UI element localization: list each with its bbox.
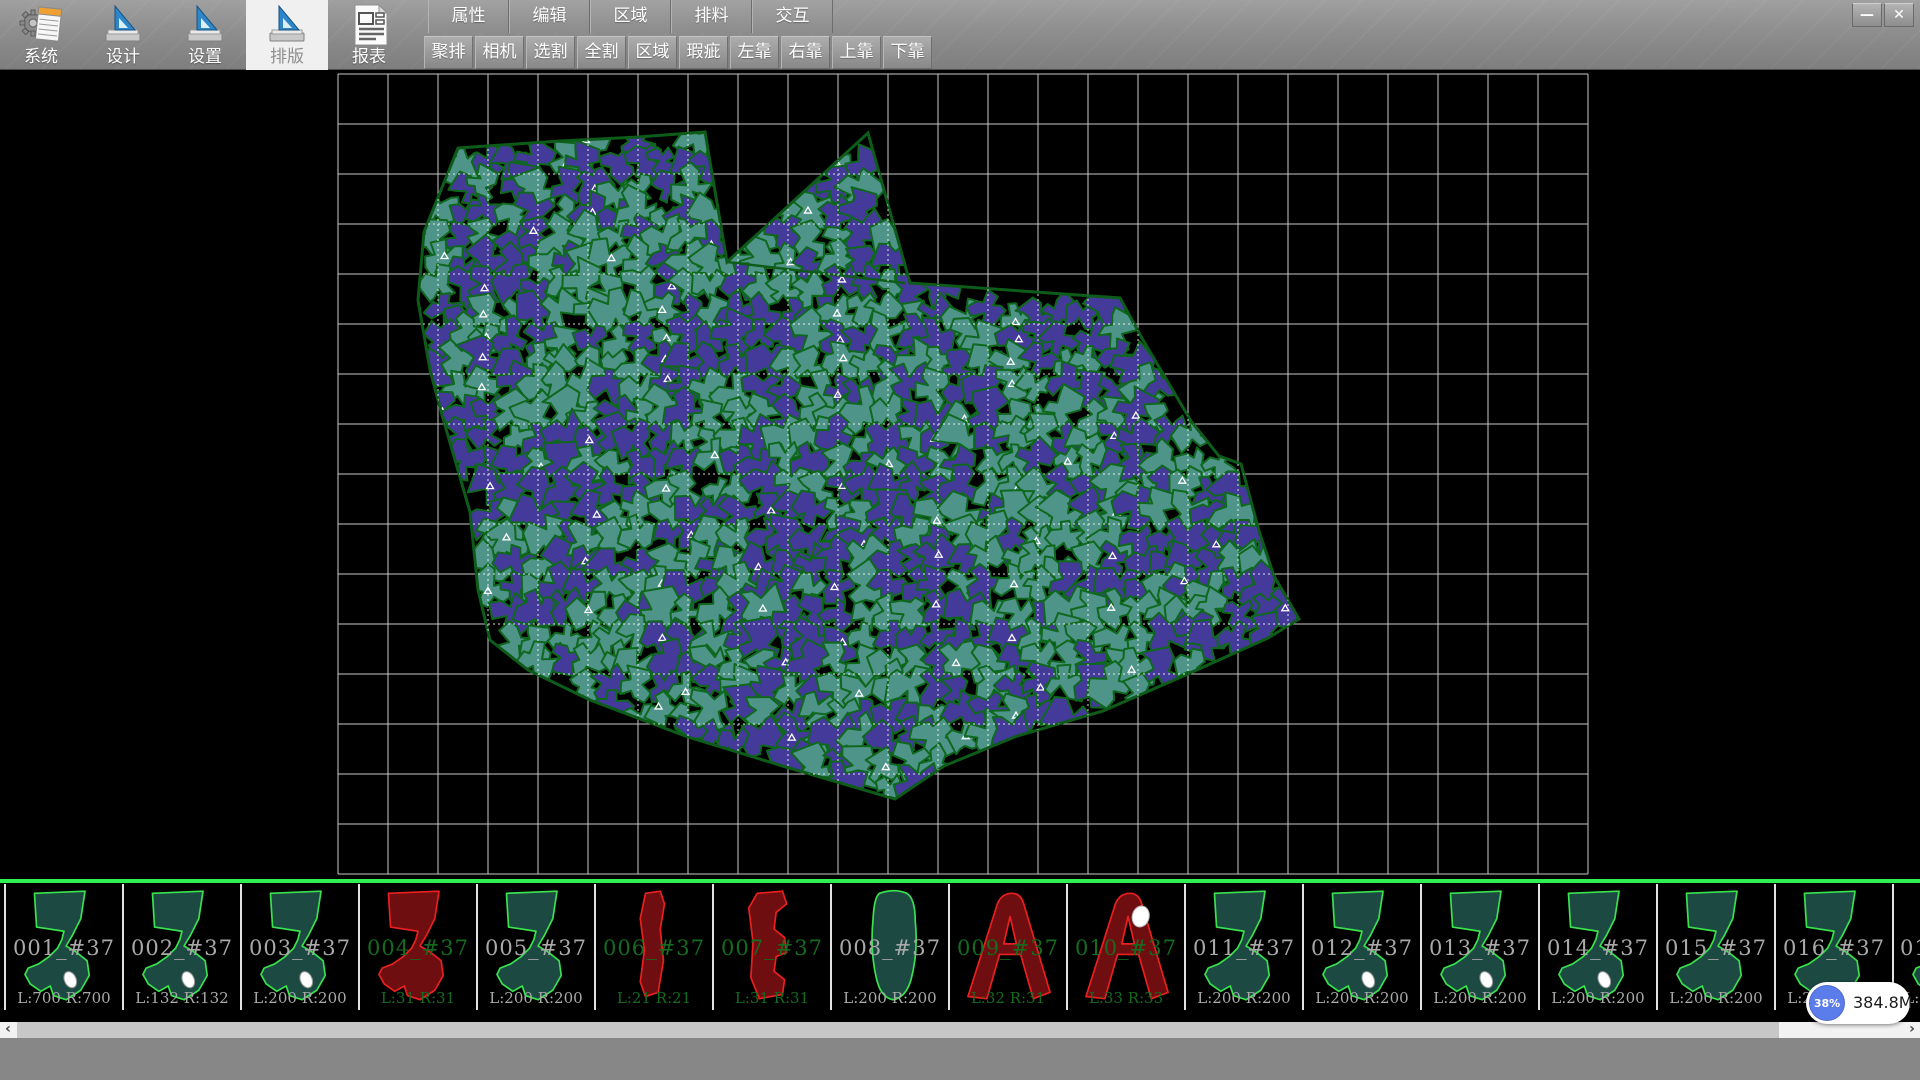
app-nav-report-label: 报表 bbox=[352, 47, 386, 67]
tool-button-row: 聚排 相机 选割 全割 区域 瑕疵 左靠 右靠 上靠 下靠 bbox=[424, 36, 934, 70]
piece-thumbnail-shape bbox=[369, 887, 469, 1005]
thumbnail-cell[interactable]: 005_#37L:200 R:200 bbox=[476, 884, 594, 1010]
tool-camera[interactable]: 相机 bbox=[475, 36, 524, 69]
thumbnail-cell[interactable]: 011_#37L:200 R:200 bbox=[1184, 884, 1302, 1010]
piece-thumbnail-shape bbox=[1431, 887, 1531, 1005]
setsquare-icon bbox=[264, 3, 310, 47]
tool-zone[interactable]: 区域 bbox=[628, 36, 677, 69]
piece-thumbnail-shape bbox=[487, 887, 587, 1005]
piece-thumbnail-shape bbox=[605, 887, 705, 1005]
horizontal-scrollbar-thumb[interactable] bbox=[17, 1022, 1779, 1038]
menu-tab-interact[interactable]: 交互 bbox=[752, 0, 833, 33]
thumbnail-cell[interactable]: 008_#37L:200 R:200 bbox=[830, 884, 948, 1010]
app-nav-system[interactable]: 系统 bbox=[0, 0, 82, 70]
tool-align-left[interactable]: 左靠 bbox=[730, 36, 779, 69]
menu-tab-properties[interactable]: 属性 bbox=[428, 0, 509, 33]
memory-usage-label: 384.8M bbox=[1853, 993, 1913, 1012]
tool-cluster-nest[interactable]: 聚排 bbox=[424, 36, 473, 69]
thumbnail-cell[interactable]: 014_#37L:200 R:200 bbox=[1538, 884, 1656, 1010]
tool-cut-all[interactable]: 全割 bbox=[577, 36, 626, 69]
thumbnail-cell[interactable]: 009_#37L:32 R:31 bbox=[948, 884, 1066, 1010]
piece-thumbnail-shape bbox=[723, 887, 823, 1005]
app-nav-settings-label: 设置 bbox=[188, 47, 222, 67]
piece-thumbnail-shape bbox=[841, 887, 941, 1005]
app-nav-design[interactable]: 设计 bbox=[82, 0, 164, 70]
close-button[interactable]: ✕ bbox=[1884, 3, 1914, 27]
app-nav-system-label: 系统 bbox=[24, 47, 58, 67]
strip-separator-line bbox=[0, 879, 1920, 883]
tool-cut-selected[interactable]: 选割 bbox=[526, 36, 575, 69]
menu-tab-nesting[interactable]: 排料 bbox=[671, 0, 752, 33]
piece-thumbnail-shape bbox=[251, 887, 351, 1005]
menu-tab-edit[interactable]: 编辑 bbox=[509, 0, 590, 33]
menu-tab-bar: 属性 编辑 区域 排料 交互 bbox=[428, 0, 833, 33]
piece-thumbnail-shape bbox=[1077, 887, 1177, 1005]
thumbnail-cell[interactable]: 003_#37L:200 R:200 bbox=[240, 884, 358, 1010]
app-nav-nesting-label: 排版 bbox=[270, 47, 304, 67]
app-nav-settings[interactable]: 设置 bbox=[164, 0, 246, 70]
menu-tab-region[interactable]: 区域 bbox=[590, 0, 671, 33]
scroll-right-arrow[interactable]: › bbox=[1904, 1022, 1920, 1038]
piece-thumbnail-shape bbox=[1195, 887, 1295, 1005]
app-nav-nesting[interactable]: 排版 bbox=[246, 0, 328, 70]
thumbnail-cell[interactable]: 010_#37L:33 R:33 bbox=[1066, 884, 1184, 1010]
system-gear-icon bbox=[18, 3, 64, 47]
piece-thumbnail-shape bbox=[15, 887, 115, 1005]
piece-thumbnail-shape bbox=[133, 887, 233, 1005]
horizontal-scrollbar[interactable]: ‹ › bbox=[0, 1022, 1920, 1038]
thumbnail-cell[interactable]: 004_#37L:31 R:31 bbox=[358, 884, 476, 1010]
thumbnail-cell[interactable]: 012_#37L:200 R:200 bbox=[1302, 884, 1420, 1010]
app-nav-report[interactable]: 报表 bbox=[328, 0, 410, 70]
titlebar: 系统 设计 设置 bbox=[0, 0, 1920, 70]
piece-thumbnail-shape bbox=[1313, 887, 1413, 1005]
thumbnail-cell[interactable]: 002_#37L:132 R:132 bbox=[122, 884, 240, 1010]
nesting-canvas-svg[interactable] bbox=[0, 70, 1920, 880]
memory-badge[interactable]: 38% 384.8M bbox=[1806, 982, 1910, 1024]
app-nav-design-label: 设计 bbox=[106, 47, 140, 67]
thumbnail-cell[interactable]: 001_#37L:700 R:700 bbox=[4, 884, 122, 1010]
minimize-button[interactable]: — bbox=[1852, 3, 1882, 27]
setsquare-icon bbox=[100, 3, 146, 47]
piece-thumbnail-shape bbox=[959, 887, 1059, 1005]
thumbnail-cell[interactable]: 015_#37L:200 R:200 bbox=[1656, 884, 1774, 1010]
piece-thumbnail-strip: 001_#37L:700 R:700002_#37L:132 R:132003_… bbox=[0, 884, 1920, 1010]
nesting-canvas[interactable] bbox=[0, 70, 1920, 880]
setsquare-icon bbox=[182, 3, 228, 47]
tool-align-right[interactable]: 右靠 bbox=[781, 36, 830, 69]
piece-thumbnail-shape bbox=[1667, 887, 1767, 1005]
tool-defect[interactable]: 瑕疵 bbox=[679, 36, 728, 69]
nested-pieces bbox=[414, 116, 1309, 808]
memory-percent-circle: 38% bbox=[1809, 985, 1845, 1021]
tool-align-bottom[interactable]: 下靠 bbox=[883, 36, 932, 69]
thumbnail-cell[interactable]: 007_#37L:31 R:31 bbox=[712, 884, 830, 1010]
memory-percent-label: 38% bbox=[1814, 997, 1840, 1010]
piece-thumbnail-shape bbox=[1549, 887, 1649, 1005]
thumbnail-cell[interactable]: 013_#37L:200 R:200 bbox=[1420, 884, 1538, 1010]
status-bar bbox=[0, 1038, 1920, 1080]
piece-thumbnail-shape bbox=[1903, 887, 1920, 1005]
thumbnail-cell[interactable]: 006_#37L:21 R:21 bbox=[594, 884, 712, 1010]
report-document-icon bbox=[346, 3, 392, 47]
scroll-left-arrow[interactable]: ‹ bbox=[0, 1022, 16, 1038]
tool-align-top[interactable]: 上靠 bbox=[832, 36, 881, 69]
